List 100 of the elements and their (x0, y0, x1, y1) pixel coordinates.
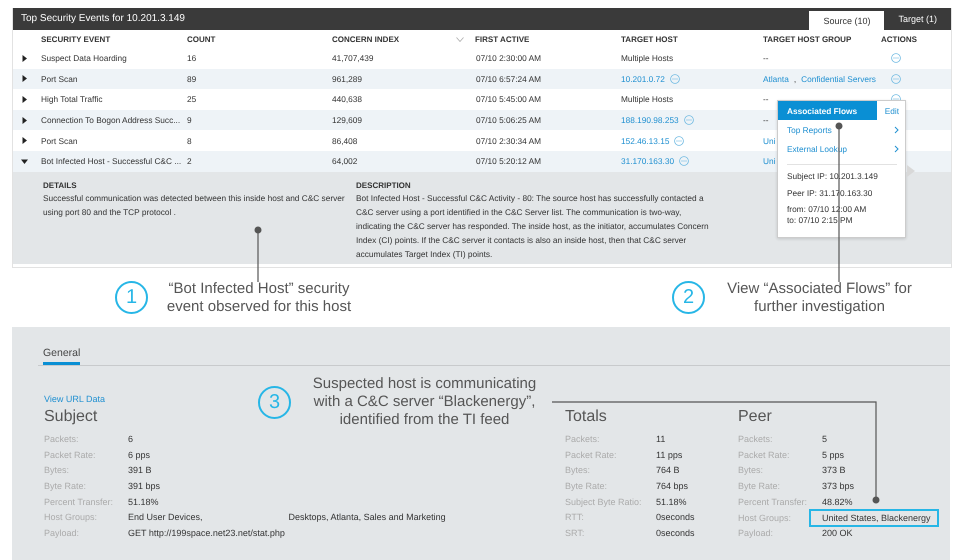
table-cell-text: 07/10 2:30:34 AM (476, 136, 542, 146)
field-label: Host Groups: (44, 512, 98, 522)
more-icon[interactable] (674, 136, 684, 146)
panel-title: Top Security Events for 10.201.3.149 (20, 12, 186, 26)
table-cell-text: 07/10 5:06:25 AM (476, 115, 542, 126)
field-label: Packets: (44, 434, 80, 444)
table-cell-text: 89 (187, 74, 198, 84)
table-cell-text: Bot Infected Host - Successful C&C ... (41, 156, 182, 166)
field-value: 200 OK (822, 528, 853, 538)
field-label: Packet Rate: (738, 450, 791, 460)
tab[interactable]: Source (10) (809, 11, 884, 30)
callout-text: View “Associated Flows” for further investigation (726, 280, 913, 316)
field-label: RTT: (565, 512, 585, 522)
column-header[interactable]: TARGET HOST GROUP (763, 34, 881, 44)
field-value: 764 B (656, 465, 680, 476)
table-cell-text: 07/10 2:30:00 AM (476, 53, 542, 64)
table-cell-text: 129,609 (332, 115, 363, 126)
table-cell-text: 16 (187, 53, 198, 64)
field-value: United States, Blackenergy (822, 513, 931, 524)
field-value: 764 bps (656, 480, 688, 491)
column-header[interactable]: SECURITY EVENT (41, 34, 187, 44)
edit-link[interactable]: Edit (884, 106, 899, 116)
host-group-link[interactable]: Confidential Servers (801, 74, 876, 84)
section-title: Peer (738, 408, 772, 426)
host-link[interactable]: 10.201.0.72 (621, 74, 665, 84)
table-cell-text: 41,707,439 (332, 53, 375, 64)
caret-down-icon[interactable] (21, 158, 28, 165)
table-cell: Multiple Hosts (621, 53, 674, 64)
field-label: Percent Transfer: (738, 496, 808, 507)
column-header[interactable]: COUNT (187, 34, 332, 44)
caret-right-icon[interactable] (21, 96, 28, 103)
table-cell: Multiple Hosts (621, 94, 674, 104)
field-label: Bytes: (44, 465, 70, 476)
more-icon[interactable] (891, 53, 901, 64)
field-value: Desktops, Atlanta, Sales and Marketing (288, 512, 446, 522)
field-value: 6 pps (128, 450, 150, 460)
more-icon[interactable] (891, 74, 901, 84)
chevron-right-icon (894, 126, 899, 134)
field-value: 48.82% (822, 496, 853, 507)
field-label: Host Groups: (738, 513, 792, 524)
more-icon[interactable] (670, 74, 680, 84)
field-value: 373 bps (822, 480, 854, 491)
table-cell-text: 64,002 (332, 156, 358, 166)
host-group-link[interactable]: Uni (763, 136, 776, 146)
step-number: 1 (115, 281, 148, 314)
table-cell: -- (763, 115, 769, 126)
field-label: Packet Rate: (565, 450, 618, 460)
field-value: 391 bps (128, 480, 160, 491)
leader-line (254, 226, 262, 282)
field-value: 11 pps (656, 450, 682, 460)
caret-right-icon[interactable] (21, 137, 28, 144)
field-label: Packet Rate: (44, 450, 97, 460)
menu-info-text: to: 07/10 2:15 PM (786, 214, 854, 225)
more-icon[interactable] (679, 156, 690, 166)
table-cell-text: 2 (187, 156, 193, 166)
description-label: DESCRIPTION (356, 180, 412, 191)
host-group-link[interactable]: Atlanta (763, 74, 789, 84)
host-link[interactable]: 188.190.98.253 (621, 115, 679, 126)
field-value: 391 B (128, 465, 152, 476)
field-value: 0seconds (656, 528, 695, 538)
host-link[interactable]: 31.170.163.30 (621, 156, 674, 166)
field-value: 11 (656, 434, 666, 444)
field-value: End User Devices, (128, 512, 203, 522)
column-header[interactable]: ACTIONS (881, 34, 951, 44)
field-label: Packets: (565, 434, 601, 444)
table-cell-text: 86,408 (332, 136, 358, 146)
host-link[interactable]: 152.46.13.15 (621, 136, 670, 146)
table-cell-text: 25 (187, 94, 198, 104)
callout-text: Suspected host is communicating with a C&C server “Blackenergy”, identified from the TI feed (312, 375, 538, 429)
field-value: 51.18% (656, 496, 687, 507)
menu-item[interactable]: Associated Flows (778, 101, 877, 120)
details-label: DETAILS (43, 180, 78, 191)
menu-item[interactable]: Top Reports (778, 120, 886, 139)
field-label: Packets: (738, 434, 774, 444)
description-text: Bot Infected Host - Successful C&C Activity - 80: The source host has successfully contacted a C&C server using a port identified in the C&C Server list. The communication is two-way, indicating the C&C server has responded. The inside host, as the initiator, accumulates Concern Index (CI) points. If the C&C server it contacts is also an inside host, then that C&C server accumulates Target Index (TI) points. (356, 192, 710, 261)
host-group-link[interactable]: Uni (763, 156, 776, 166)
table-cell-text: 07/10 5:45:00 AM (476, 94, 542, 104)
more-icon[interactable] (684, 115, 694, 126)
column-header[interactable]: TARGET HOST (621, 34, 763, 44)
caret-right-icon[interactable] (21, 116, 28, 124)
chevron-right-icon (894, 144, 899, 152)
details-text: Successful communication was detected between this inside host and C&C server using port 80 and the TCP protocol . (43, 192, 346, 219)
field-value: 373 B (822, 465, 846, 476)
table-cell-text: Port Scan (41, 136, 78, 146)
field-label: SRT: (565, 528, 586, 538)
table-cell: , (794, 74, 796, 84)
table-cell: -- (763, 94, 769, 104)
field-label: Bytes: (738, 465, 764, 476)
table-cell-text: 961,289 (332, 74, 363, 84)
field-value: GET http://199space.net23.net/stat.php (128, 528, 285, 538)
view-url-data-link[interactable]: View URL Data (44, 394, 106, 404)
caret-right-icon[interactable] (21, 75, 28, 82)
field-value: 5 (822, 434, 828, 444)
tab[interactable]: General (43, 347, 80, 365)
field-label: Percent Transfer: (44, 496, 114, 507)
caret-right-icon[interactable] (21, 54, 28, 62)
field-label: Byte Rate: (565, 480, 608, 491)
table-cell-text: Suspect Data Hoarding (41, 53, 128, 64)
callout-text: “Bot Infected Host” security event observed for this host (166, 280, 352, 316)
table-cell-text: 07/10 5:20:12 AM (476, 156, 542, 166)
